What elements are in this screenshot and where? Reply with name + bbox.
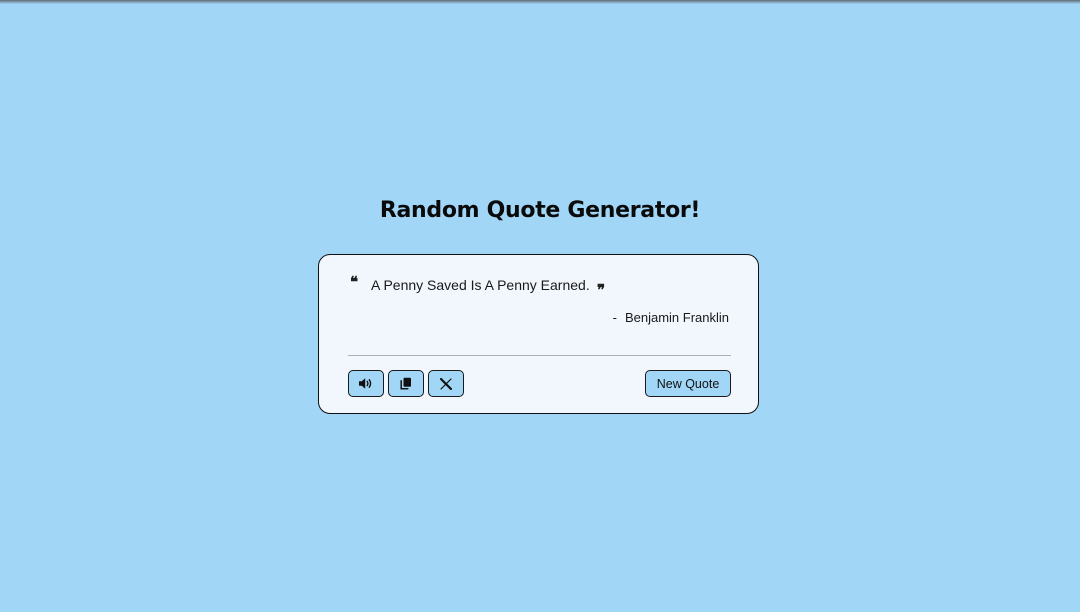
new-quote-button[interactable]: New Quote [645, 370, 731, 397]
open-quote-icon: ❝ [350, 273, 359, 291]
speaker-icon [358, 377, 374, 390]
window-top-edge [0, 0, 1080, 4]
author-dash: - [612, 310, 617, 325]
close-quote-icon: ❞ [597, 281, 606, 299]
author-name: Benjamin Franklin [624, 310, 729, 325]
copy-button[interactable] [388, 370, 424, 397]
copy-icon [400, 377, 412, 390]
share-x-button[interactable] [428, 370, 464, 397]
x-logo-icon [440, 377, 452, 390]
quote-author: - Benjamin Franklin [613, 310, 729, 325]
speech-button[interactable] [348, 370, 384, 397]
quote-text: A Penny Saved Is A Penny Earned. [371, 277, 590, 293]
page-title: Random Quote Generator! [379, 198, 701, 223]
divider [348, 355, 731, 356]
quote-card: ❝ A Penny Saved Is A Penny Earned. ❞ - Be… [318, 254, 759, 414]
